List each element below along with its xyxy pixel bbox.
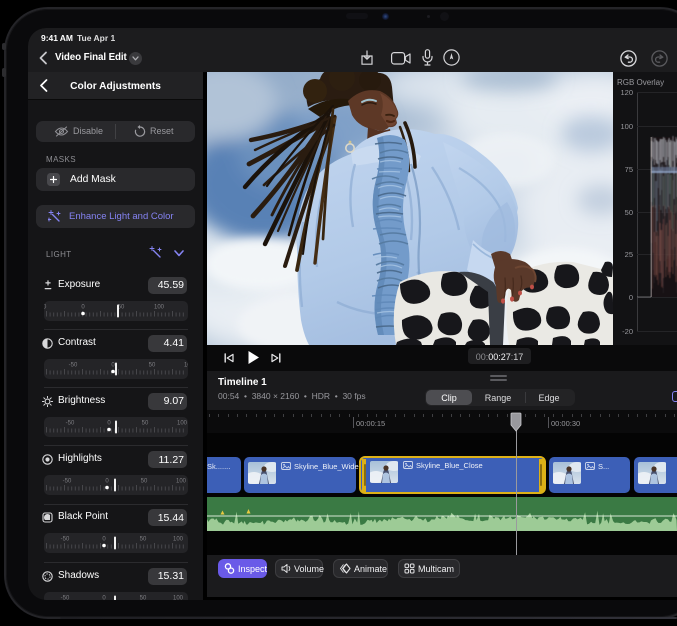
svg-text:-50: -50 [61,595,70,600]
svg-text:100: 100 [620,122,633,131]
svg-text:100: 100 [173,537,184,543]
svg-text:0: 0 [107,420,111,426]
svg-text:0: 0 [102,595,106,600]
svg-text:50: 50 [149,362,156,368]
svg-text:0: 0 [102,537,106,543]
svg-text:0: 0 [629,293,633,302]
svg-text:50: 50 [625,208,633,217]
svg-text:-50: -50 [66,420,75,426]
svg-text:50: 50 [140,537,147,543]
svg-text:-50: -50 [44,304,47,310]
svg-text:50: 50 [140,595,147,600]
svg-text:-50: -50 [61,537,70,543]
svg-text:0: 0 [111,362,115,368]
svg-text:75: 75 [625,165,633,174]
svg-text:100: 100 [177,420,188,426]
svg-text:0: 0 [81,304,85,310]
svg-text:100: 100 [173,595,184,600]
svg-text:120: 120 [620,88,633,97]
svg-text:-50: -50 [63,479,72,485]
svg-text:-50: -50 [69,362,78,368]
svg-text:RGB Overlay: RGB Overlay [617,78,664,87]
svg-text:0: 0 [105,479,109,485]
svg-text:100: 100 [184,362,188,368]
svg-text:25: 25 [625,250,633,259]
svg-text:50: 50 [141,479,148,485]
svg-text:100: 100 [176,479,187,485]
svg-text:-20: -20 [622,327,633,336]
svg-text:100: 100 [154,304,165,310]
svg-text:50: 50 [142,420,149,426]
